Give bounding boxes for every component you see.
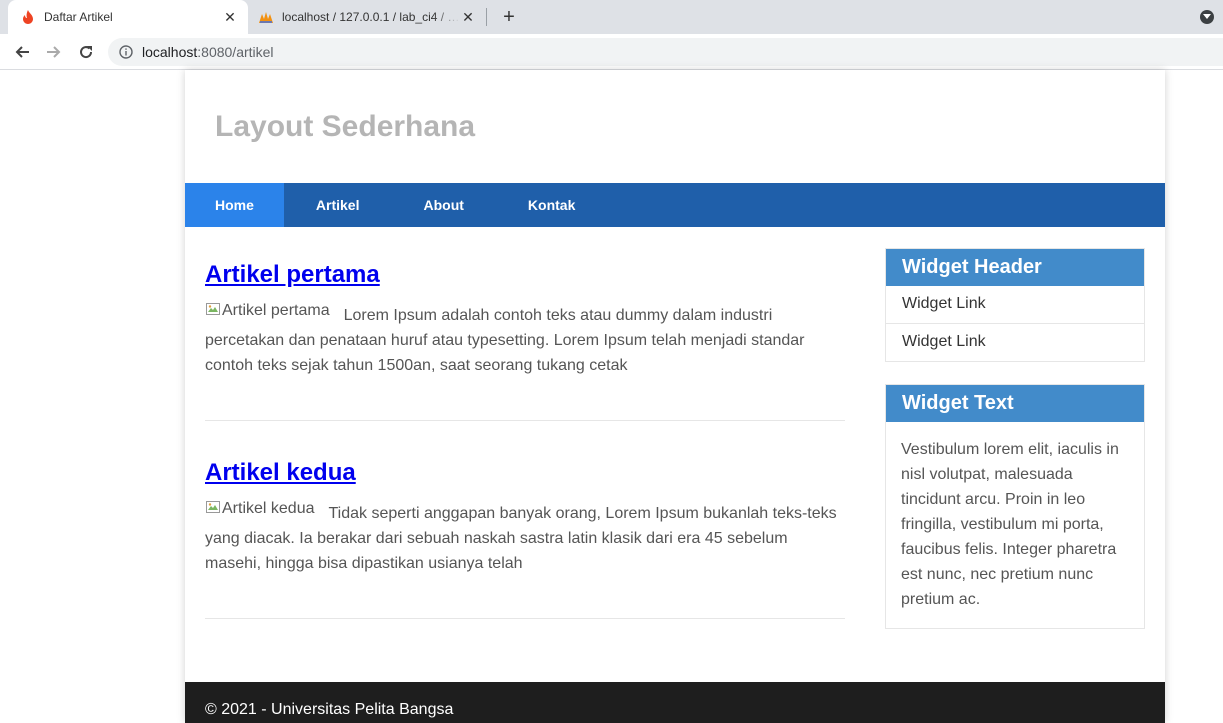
article-list: Artikel pertama Artikel pertama Lorem Ips… — [205, 227, 845, 619]
tab-title: localhost / 127.0.0.1 / lab_ci4 / artike… — [282, 10, 460, 24]
widget-text: Widget Text Vestibulum lorem elit, iacul… — [885, 384, 1145, 629]
url-text: localhost:8080/artikel — [142, 44, 274, 60]
forward-arrow-icon[interactable] — [44, 42, 64, 62]
page-container: Layout Sederhana Home Artikel About Kont… — [185, 70, 1165, 723]
close-tab-icon[interactable]: ✕ — [460, 9, 476, 25]
article-image: Artikel kedua — [205, 496, 315, 521]
article-image-alt: Artikel pertama — [222, 302, 330, 319]
footer-text: © 2021 - Universitas Pelita Bangsa — [205, 701, 454, 718]
widget-header: Widget Text — [886, 385, 1144, 422]
article-body-paragraph: Artikel pertama Lorem Ipsum adalah contoh… — [205, 302, 845, 420]
widget-links: Widget Header Widget Link Widget Link — [885, 248, 1145, 362]
tab-daftar-artikel[interactable]: Daftar Artikel ✕ — [8, 0, 248, 34]
browser-toolbar: localhost:8080/artikel — [0, 34, 1223, 70]
broken-image-icon — [205, 300, 221, 316]
site-title: Layout Sederhana — [215, 110, 476, 143]
widget-link[interactable]: Widget Link — [886, 286, 1144, 323]
site-footer: © 2021 - Universitas Pelita Bangsa — [185, 682, 1165, 723]
url-host: localhost — [142, 44, 198, 60]
article-item: Artikel kedua Artikel kedua Tidak seperti… — [205, 421, 845, 619]
article-heading: Artikel pertama — [205, 227, 845, 289]
phpmyadmin-icon — [258, 9, 274, 25]
codeigniter-flame-icon — [20, 9, 36, 25]
tab-title: Daftar Artikel — [44, 10, 113, 24]
tab-separator — [486, 8, 487, 26]
browser-tab-strip: Daftar Artikel ✕ localhost / 127.0.0.1 /… — [0, 0, 1223, 34]
main-nav: Home Artikel About Kontak — [185, 183, 1165, 227]
close-tab-icon[interactable]: ✕ — [222, 9, 238, 25]
site-header: Layout Sederhana — [185, 70, 1165, 183]
article-title-link[interactable]: Artikel kedua — [205, 459, 356, 486]
nav-kontak[interactable]: Kontak — [496, 183, 607, 227]
nav-home[interactable]: Home — [185, 183, 284, 227]
article-item: Artikel pertama Artikel pertama Lorem Ips… — [205, 227, 845, 421]
article-image-alt: Artikel kedua — [222, 500, 315, 517]
article-heading: Artikel kedua — [205, 421, 845, 487]
article-title-link[interactable]: Artikel pertama — [205, 261, 380, 288]
info-icon[interactable] — [118, 44, 134, 60]
widget-header: Widget Header — [886, 249, 1144, 286]
reload-icon[interactable] — [76, 42, 96, 62]
nav-about[interactable]: About — [391, 183, 495, 227]
broken-image-icon — [205, 498, 221, 514]
back-arrow-icon[interactable] — [12, 42, 32, 62]
sidebar: Widget Header Widget Link Widget Link Wi… — [885, 248, 1145, 651]
tab-phpmyadmin[interactable]: localhost / 127.0.0.1 / lab_ci4 / artike… — [250, 0, 486, 34]
tab-search-menu-icon[interactable] — [1200, 10, 1214, 24]
widget-link[interactable]: Widget Link — [886, 323, 1144, 361]
article-body-paragraph: Artikel kedua Tidak seperti anggapan bany… — [205, 500, 845, 618]
new-tab-icon[interactable]: + — [499, 6, 519, 28]
widget-text-body: Vestibulum lorem elit, iaculis in nisl v… — [901, 441, 1119, 608]
url-path: :8080/artikel — [197, 44, 274, 60]
address-bar[interactable]: localhost:8080/artikel — [108, 38, 1223, 66]
nav-artikel[interactable]: Artikel — [284, 183, 392, 227]
article-image: Artikel pertama — [205, 298, 330, 323]
